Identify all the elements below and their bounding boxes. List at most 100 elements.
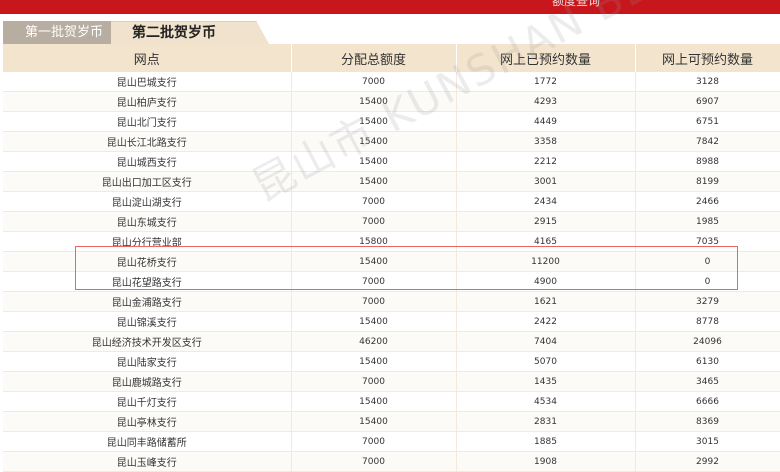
- table-row: 昆山北门支行 15400 4449 6751: [3, 111, 780, 132]
- cell-branch: 昆山千灯支行: [3, 391, 292, 412]
- cell-branch: 昆山长江北路支行: [3, 131, 292, 152]
- cell-total: 15400: [291, 111, 457, 132]
- cell-reserved: 3358: [456, 131, 636, 152]
- cell-reserved: 3001: [456, 171, 636, 192]
- cell-available: 24096: [635, 331, 780, 352]
- cell-reserved: 4449: [456, 111, 636, 132]
- column-header-total: 分配总额度: [291, 44, 457, 72]
- cell-reserved: 11200: [456, 251, 636, 272]
- cell-available: 0: [635, 251, 780, 272]
- tab-first-batch-label: 第一批贺岁币: [24, 25, 103, 40]
- cell-total: 15400: [291, 251, 457, 272]
- cell-branch: 昆山金浦路支行: [3, 291, 292, 312]
- cell-total: 15400: [291, 351, 457, 372]
- cell-total: 7000: [291, 271, 457, 292]
- cell-available: 8199: [635, 171, 780, 192]
- cell-reserved: 2434: [456, 191, 636, 212]
- table-row: 昆山千灯支行 15400 4534 6666: [3, 391, 780, 412]
- cell-available: 3128: [635, 72, 780, 92]
- cell-available: 7842: [635, 131, 780, 152]
- cell-total: 46200: [291, 331, 457, 352]
- cell-total: 15400: [291, 311, 457, 332]
- cell-branch: 昆山淀山湖支行: [3, 191, 292, 212]
- cell-reserved: 2212: [456, 151, 636, 172]
- column-header-available: 网上可预约数量: [635, 44, 780, 72]
- cell-branch: 昆山巴城支行: [3, 72, 292, 92]
- cell-total: 15400: [291, 391, 457, 412]
- column-header-branch: 网点: [3, 44, 292, 72]
- cell-available: 6666: [635, 391, 780, 412]
- table-row: 昆山分行营业部 15800 4165 7035: [3, 231, 780, 252]
- cell-available: 3015: [635, 431, 780, 452]
- cell-reserved: 1772: [456, 72, 636, 92]
- cell-total: 15400: [291, 91, 457, 112]
- cell-branch: 昆山东城支行: [3, 211, 292, 232]
- table-row: 昆山花桥支行 15400 11200 0: [3, 251, 780, 272]
- cell-reserved: 7404: [456, 331, 636, 352]
- cell-branch: 昆山陆家支行: [3, 351, 292, 372]
- table-row: 昆山出口加工区支行 15400 3001 8199: [3, 171, 780, 192]
- cell-reserved: 2831: [456, 411, 636, 432]
- table-row: 昆山经济技术开发区支行 46200 7404 24096: [3, 331, 780, 352]
- cell-available: 3279: [635, 291, 780, 312]
- cell-branch: 昆山鹿城路支行: [3, 371, 292, 392]
- table-row: 昆山锦溪支行 15400 2422 8778: [3, 311, 780, 332]
- cell-reserved: 1621: [456, 291, 636, 312]
- table-row: 昆山东城支行 7000 2915 1985: [3, 211, 780, 232]
- table-row: 昆山亭林支行 15400 2831 8369: [3, 411, 780, 432]
- table-row: 昆山同丰路储蓄所 7000 1885 3015: [3, 431, 780, 452]
- cell-total: 7000: [291, 191, 457, 212]
- cell-branch: 昆山出口加工区支行: [3, 171, 292, 192]
- table-row: 昆山巴城支行 7000 1772 3128: [3, 72, 780, 92]
- cell-branch: 昆山亭林支行: [3, 411, 292, 432]
- cell-available: 7035: [635, 231, 780, 252]
- cell-branch: 昆山锦溪支行: [3, 311, 292, 332]
- cell-available: 1985: [635, 211, 780, 232]
- cell-total: 15400: [291, 131, 457, 152]
- cell-available: 8369: [635, 411, 780, 432]
- tab-first-batch[interactable]: 第一批贺岁币: [3, 21, 125, 44]
- cell-total: 7000: [291, 211, 457, 232]
- cell-available: 2466: [635, 191, 780, 212]
- table-row: 昆山长江北路支行 15400 3358 7842: [3, 131, 780, 152]
- table-row: 昆山陆家支行 15400 5070 6130: [3, 351, 780, 372]
- cell-total: 7000: [291, 431, 457, 452]
- cell-available: 3465: [635, 371, 780, 392]
- cell-available: 6907: [635, 91, 780, 112]
- cell-reserved: 2915: [456, 211, 636, 232]
- table-row: 昆山鹿城路支行 7000 1435 3465: [3, 371, 780, 392]
- cell-reserved: 4534: [456, 391, 636, 412]
- tab-bar: 第一批贺岁币 第二批贺岁币: [0, 14, 780, 44]
- tab-second-batch-label: 第二批贺岁币: [132, 25, 216, 41]
- table-header-row: 网点 分配总额度 网上已预约数量 网上可预约数量: [3, 44, 780, 72]
- cell-available: 0: [635, 271, 780, 292]
- cell-total: 7000: [291, 371, 457, 392]
- cell-available: 8988: [635, 151, 780, 172]
- cell-total: 7000: [291, 291, 457, 312]
- cell-reserved: 1885: [456, 431, 636, 452]
- table-row: 昆山金浦路支行 7000 1621 3279: [3, 291, 780, 312]
- cell-reserved: 2422: [456, 311, 636, 332]
- cell-reserved: 4900: [456, 271, 636, 292]
- cell-available: 6130: [635, 351, 780, 372]
- table-row: 昆山城西支行 15400 2212 8988: [3, 151, 780, 172]
- table-row: 昆山花望路支行 7000 4900 0: [3, 271, 780, 292]
- cell-reserved: 4293: [456, 91, 636, 112]
- table-body: 昆山巴城支行 7000 1772 3128 昆山柏庐支行 15400 4293 6907 昆山北…: [3, 72, 780, 472]
- cell-total: 7000: [291, 72, 457, 92]
- cell-branch: 昆山同丰路储蓄所: [3, 431, 292, 452]
- cell-branch: 昆山经济技术开发区支行: [3, 331, 292, 352]
- cell-branch: 昆山分行营业部: [3, 231, 292, 252]
- cell-reserved: 1435: [456, 371, 636, 392]
- quota-table: 网点 分配总额度 网上已预约数量 网上可预约数量 昆山巴城支行 7000 1772 3…: [3, 44, 780, 472]
- cell-branch: 昆山柏庐支行: [3, 91, 292, 112]
- cell-reserved: 4165: [456, 231, 636, 252]
- column-header-reserved: 网上已预约数量: [456, 44, 636, 72]
- cell-total: 15400: [291, 151, 457, 172]
- cell-available: 8778: [635, 311, 780, 332]
- tab-second-batch[interactable]: 第二批贺岁币: [111, 21, 269, 44]
- cell-available: 6751: [635, 111, 780, 132]
- cell-reserved: 5070: [456, 351, 636, 372]
- page-title: 额度查询: [552, 0, 601, 8]
- cell-total: 15400: [291, 171, 457, 192]
